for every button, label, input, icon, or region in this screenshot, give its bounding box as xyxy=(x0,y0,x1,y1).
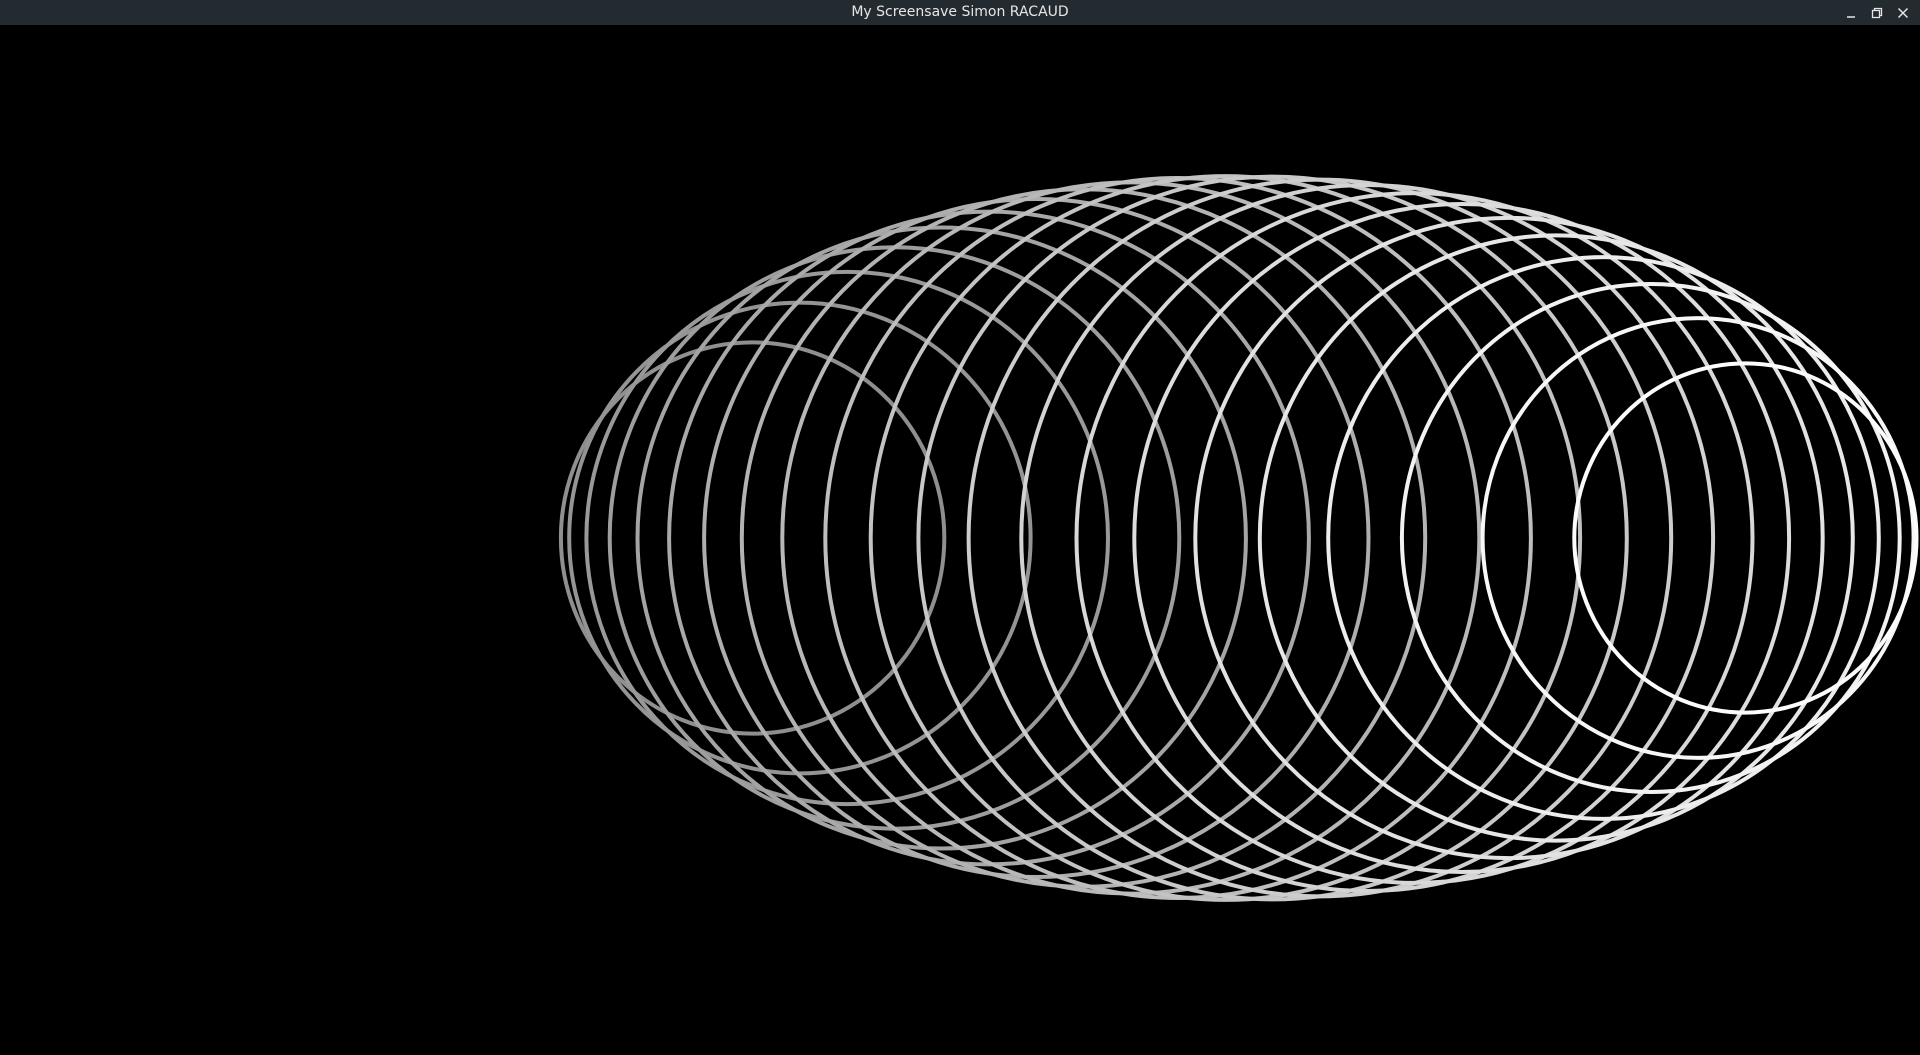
title-bar[interactable]: My Screensave Simon RACAUD xyxy=(0,0,1920,25)
wireframe-ring xyxy=(558,340,947,736)
maximize-button[interactable] xyxy=(1864,0,1890,25)
wireframe-ring xyxy=(916,174,1629,902)
minimize-icon xyxy=(1847,15,1855,18)
restore-icon xyxy=(1871,7,1883,18)
screensaver-canvas xyxy=(0,25,1920,1055)
wireframe-ring xyxy=(1132,202,1792,874)
wireframe-ring xyxy=(607,245,1182,831)
window-title: My Screensave Simon RACAUD xyxy=(851,4,1069,20)
wireframe-ring xyxy=(1193,215,1825,861)
wireframe-ring xyxy=(667,209,1311,867)
wireframe-ring xyxy=(868,174,1583,902)
wireframe-ring xyxy=(739,187,1428,889)
close-button[interactable] xyxy=(1890,0,1916,25)
close-icon xyxy=(1897,7,1909,18)
wireframe-ring xyxy=(780,180,1482,896)
wireframe-ring xyxy=(1257,233,1855,843)
screensaver-window: My Screensave Simon RACAUD xyxy=(0,0,1920,1055)
window-controls xyxy=(1838,0,1916,25)
minimize-button[interactable] xyxy=(1838,0,1864,25)
ring-ellipsoid xyxy=(558,174,1919,902)
